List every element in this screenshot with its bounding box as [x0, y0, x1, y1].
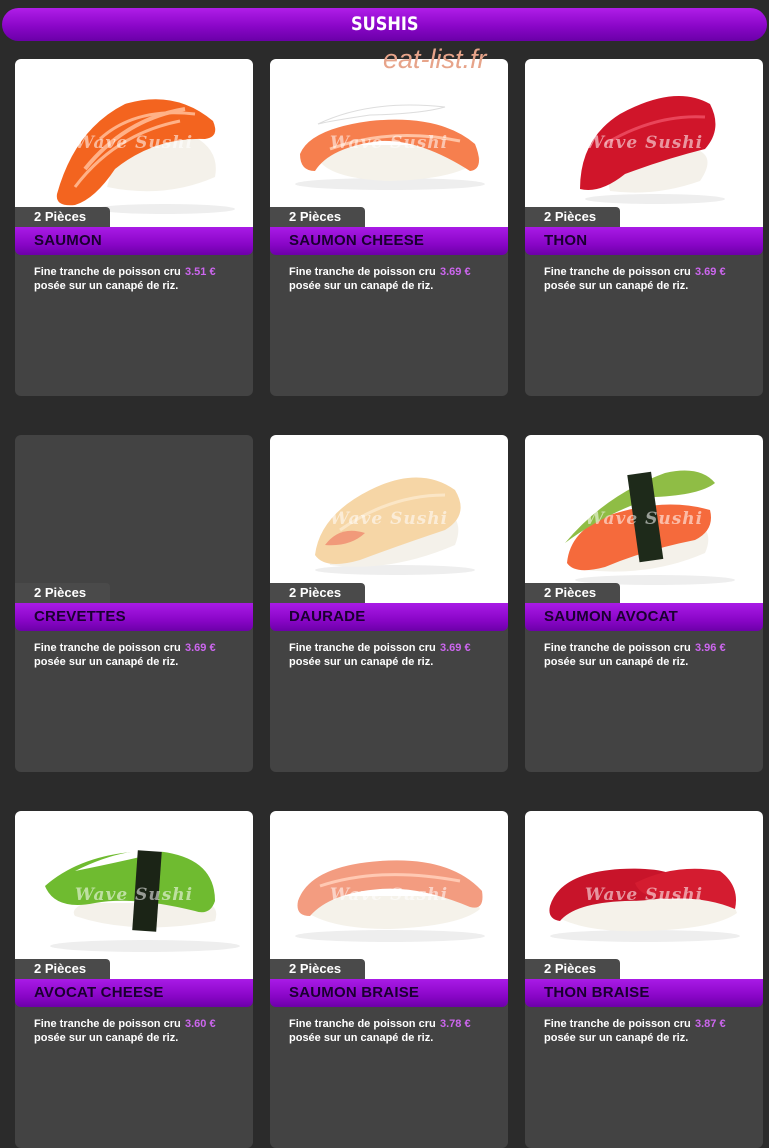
item-price: 3.69 €: [440, 266, 471, 278]
pieces-badge: 2 Pièces: [270, 583, 365, 603]
photo-watermark: Wave Sushi: [584, 509, 704, 529]
photo-watermark: Wave Sushi: [74, 885, 194, 905]
menu-item-card[interactable]: 2 Pièces CREVETTES Fine tranche de poiss…: [15, 435, 253, 772]
item-name: THON: [525, 227, 763, 255]
item-price: 3.87 €: [695, 1018, 726, 1030]
item-price: 3.60 €: [185, 1018, 216, 1030]
photo-watermark: Wave Sushi: [329, 133, 449, 153]
item-description: Fine tranche de poisson cru posée sur un…: [289, 1018, 436, 1044]
item-description: Fine tranche de poisson cru posée sur un…: [544, 1018, 691, 1044]
item-name: THON BRAISE: [525, 979, 763, 1007]
pieces-badge: 2 Pièces: [525, 959, 620, 979]
sushi-photo: Wave Sushi: [15, 811, 253, 979]
pieces-badge: 2 Pièces: [270, 207, 365, 227]
sushi-photo: Wave Sushi: [15, 59, 253, 227]
site-watermark: eat-list.fr: [383, 44, 487, 74]
pieces-badge: 2 Pièces: [270, 959, 365, 979]
pieces-badge: 2 Pièces: [15, 583, 110, 603]
sushi-photo: Wave Sushi: [270, 435, 508, 603]
pieces-badge: 2 Pièces: [15, 959, 110, 979]
sushi-photo: Wave Sushi: [525, 811, 763, 979]
sushi-photo: Wave Sushi: [525, 435, 763, 603]
menu-item-card[interactable]: Wave Sushi 2 Pièces SAUMON CHEESE Fine t…: [270, 59, 508, 396]
item-price: 3.69 €: [185, 642, 216, 654]
item-price: 3.51 €: [185, 266, 216, 278]
item-name: CREVETTES: [15, 603, 253, 631]
menu-item-card[interactable]: Wave Sushi 2 Pièces SAUMON Fine tranche …: [15, 59, 253, 396]
item-description: Fine tranche de poisson cru posée sur un…: [544, 266, 691, 292]
item-name: SAUMON AVOCAT: [525, 603, 763, 631]
item-name: AVOCAT CHEESE: [15, 979, 253, 1007]
item-description: Fine tranche de poisson cru posée sur un…: [289, 266, 436, 292]
photo-watermark: Wave Sushi: [74, 133, 194, 153]
photo-watermark: Wave Sushi: [584, 885, 704, 905]
sushi-photo: Wave Sushi: [270, 811, 508, 979]
item-name: SAUMON: [15, 227, 253, 255]
item-price: 3.69 €: [695, 266, 726, 278]
item-description: Fine tranche de poisson cru posée sur un…: [34, 266, 181, 292]
section-title-bar: SUSHIS: [2, 8, 767, 41]
item-description: Fine tranche de poisson cru posée sur un…: [289, 642, 436, 668]
sushi-photo: Wave Sushi: [525, 59, 763, 227]
pieces-badge: 2 Pièces: [525, 583, 620, 603]
item-name: DAURADE: [270, 603, 508, 631]
item-price: 3.96 €: [695, 642, 726, 654]
item-description: Fine tranche de poisson cru posée sur un…: [34, 642, 181, 668]
menu-item-card[interactable]: Wave Sushi 2 Pièces AVOCAT CHEESE Fine t…: [15, 811, 253, 1148]
menu-item-card[interactable]: Wave Sushi 2 Pièces DAURADE Fine tranche…: [270, 435, 508, 772]
pieces-badge: 2 Pièces: [525, 207, 620, 227]
item-price: 3.78 €: [440, 1018, 471, 1030]
pieces-badge: 2 Pièces: [15, 207, 110, 227]
menu-item-card[interactable]: Wave Sushi 2 Pièces THON BRAISE Fine tra…: [525, 811, 763, 1148]
menu-item-card[interactable]: Wave Sushi 2 Pièces THON Fine tranche de…: [525, 59, 763, 396]
photo-watermark: Wave Sushi: [584, 133, 704, 153]
sushi-photo: Wave Sushi: [270, 59, 508, 227]
item-description: Fine tranche de poisson cru posée sur un…: [544, 642, 691, 668]
menu-item-card[interactable]: Wave Sushi 2 Pièces SAUMON BRAISE Fine t…: [270, 811, 508, 1148]
item-price: 3.69 €: [440, 642, 471, 654]
photo-watermark: Wave Sushi: [329, 885, 449, 905]
menu-item-card[interactable]: Wave Sushi 2 Pièces SAUMON AVOCAT Fine t…: [525, 435, 763, 772]
item-description: Fine tranche de poisson cru posée sur un…: [34, 1018, 181, 1044]
photo-watermark: Wave Sushi: [329, 509, 449, 529]
item-name: SAUMON BRAISE: [270, 979, 508, 1007]
item-name: SAUMON CHEESE: [270, 227, 508, 255]
section-title: SUSHIS: [350, 13, 419, 35]
